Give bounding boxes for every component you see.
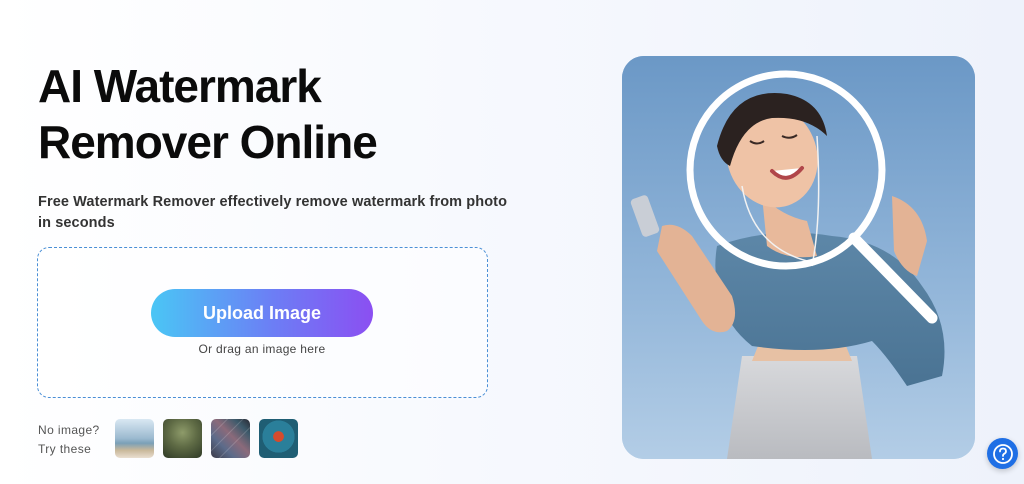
page-title-line-1: AI Watermark <box>38 60 322 112</box>
page-title-line-2: Remover Online <box>38 116 378 168</box>
sample-image-portrait[interactable] <box>259 419 298 458</box>
drag-hint-text: Or drag an image here <box>198 342 326 356</box>
hero-photo <box>622 56 975 459</box>
question-mark-icon <box>992 443 1013 464</box>
help-button[interactable] <box>987 438 1018 469</box>
upload-image-button[interactable]: Upload Image <box>151 289 373 337</box>
page-title: AI Watermark Remover Online <box>38 58 518 170</box>
hero-illustration <box>622 56 975 459</box>
sample-image-pattern[interactable] <box>211 419 250 458</box>
page-subtitle: Free Watermark Remover effectively remov… <box>38 194 508 231</box>
sample-images <box>115 419 298 458</box>
sample-prompt-line-2: Try these <box>38 442 92 456</box>
sample-prompt: No image? Try these <box>38 421 100 459</box>
sample-prompt-line-1: No image? <box>38 423 100 437</box>
sample-image-beach[interactable] <box>115 419 154 458</box>
sample-image-landscape[interactable] <box>163 419 202 458</box>
